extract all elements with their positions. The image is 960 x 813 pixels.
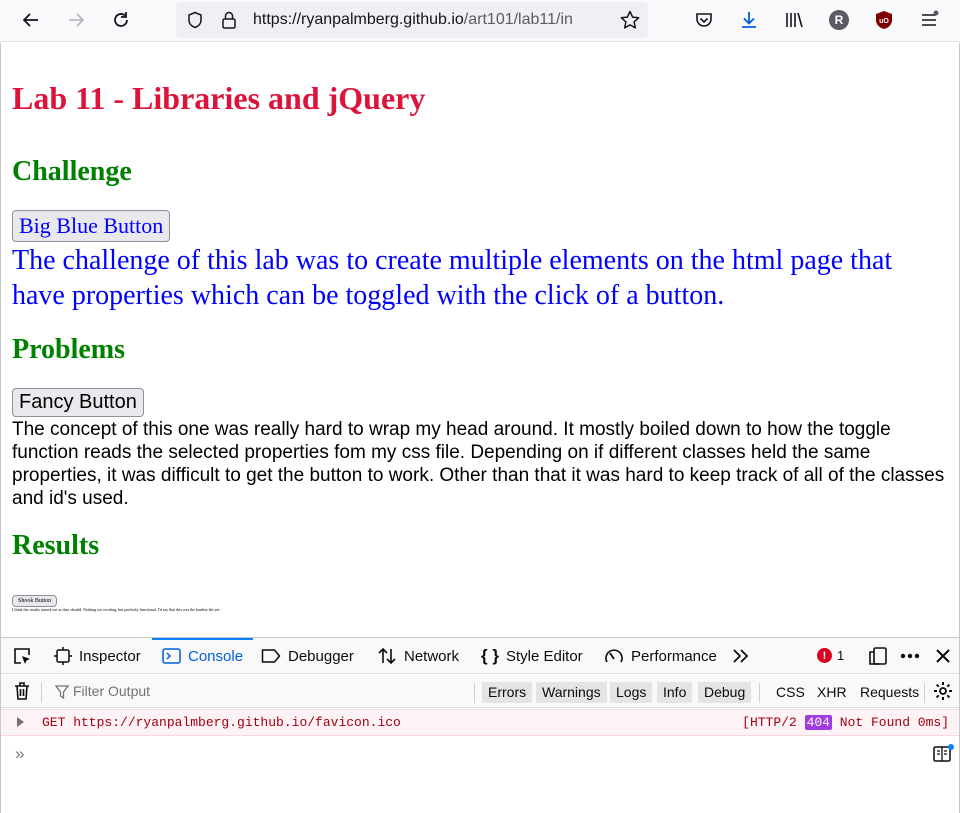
reload-button[interactable] — [105, 5, 137, 35]
library-button[interactable] — [778, 5, 810, 35]
tab-inspector[interactable]: Inspector — [54, 638, 141, 674]
status-prefix: [HTTP/2 — [742, 715, 797, 730]
editor-mode-icon[interactable] — [932, 743, 954, 765]
forward-button[interactable] — [60, 5, 92, 35]
library-icon — [786, 12, 803, 28]
profile-avatar[interactable]: R — [829, 10, 849, 30]
devtools-tab-bar: Inspector Console Debugger Network { } S… — [1, 638, 959, 674]
error-icon: ! — [817, 648, 832, 663]
filter-xhr-button[interactable]: XHR — [817, 682, 847, 703]
console-error-message[interactable]: GET https://ryanpalmberg.github.io/favic… — [1, 709, 959, 736]
filter-funnel-icon — [55, 685, 69, 699]
tab-debugger[interactable]: Debugger — [261, 638, 354, 674]
network-arrows-icon — [378, 647, 396, 665]
tab-debugger-label: Debugger — [288, 647, 354, 665]
close-icon[interactable] — [932, 645, 954, 667]
trash-icon[interactable] — [11, 680, 33, 702]
console-filter-bar: Filter Output Errors Warnings Logs Info … — [1, 675, 959, 708]
error-count-badge[interactable]: ! 1 — [817, 648, 844, 663]
app-menu-button[interactable] — [913, 5, 945, 35]
debugger-icon — [261, 649, 281, 663]
filter-warnings-button[interactable]: Warnings — [536, 682, 607, 703]
status-suffix: Not Found 0ms] — [839, 715, 949, 730]
console-message-text: GET https://ryanpalmberg.github.io/favic… — [42, 715, 401, 730]
console-settings-gear-icon[interactable] — [932, 680, 954, 702]
ublock-button[interactable]: uO — [868, 5, 900, 35]
problems-text: The concept of this one was really hard … — [12, 419, 945, 509]
performance-gauge-icon — [605, 649, 623, 663]
devtools-panel: Inspector Console Debugger Network { } S… — [0, 637, 960, 813]
filter-debug-button[interactable]: Debug — [698, 682, 752, 703]
reload-icon — [114, 12, 128, 27]
page-content: Lab 11 - Libraries and jQuery Challenge … — [0, 43, 960, 637]
tab-console[interactable]: Console — [151, 638, 254, 674]
curly-braces-icon: { } — [481, 646, 499, 665]
pocket-button[interactable] — [688, 5, 720, 35]
more-options-icon[interactable] — [899, 645, 921, 667]
more-tabs-chevron-icon[interactable] — [730, 645, 752, 667]
shield-icon[interactable] — [186, 11, 204, 29]
problems-heading: Problems — [12, 334, 126, 365]
forward-arrow-icon — [69, 13, 85, 27]
url-text[interactable]: https://ryanpalmberg.github.io/art101/la… — [253, 11, 615, 29]
url-host: https://ryanpalmberg.github.io — [253, 11, 464, 28]
browser-toolbar: https://ryanpalmberg.github.io/art101/la… — [0, 0, 960, 42]
challenge-heading: Challenge — [12, 156, 132, 187]
filter-info-button[interactable]: Info — [657, 682, 693, 703]
tab-performance-label: Performance — [631, 647, 717, 665]
filter-css-button[interactable]: CSS — [776, 682, 805, 703]
url-path: /art101/lab11/in — [463, 11, 573, 28]
pocket-icon — [696, 13, 712, 27]
dock-side-icon[interactable] — [867, 645, 889, 667]
page-title: Lab 11 - Libraries and jQuery — [12, 80, 426, 116]
big-blue-button[interactable]: Big Blue Button — [12, 210, 171, 242]
url-bar[interactable]: https://ryanpalmberg.github.io/art101/la… — [176, 2, 648, 38]
tab-network-label: Network — [404, 647, 460, 665]
back-button[interactable] — [15, 5, 47, 35]
hamburger-menu-icon — [922, 10, 939, 26]
results-text: I think the results turned out as they s… — [12, 607, 221, 612]
fancy-button[interactable]: Fancy Button — [12, 388, 144, 417]
tab-inspector-label: Inspector — [79, 647, 141, 665]
tab-console-label: Console — [188, 647, 244, 665]
challenge-text: The challenge of this lab was to create … — [12, 245, 893, 311]
filter-errors-button[interactable]: Errors — [482, 682, 533, 703]
console-icon — [162, 648, 181, 664]
status-code-badge: 404 — [804, 715, 832, 730]
bookmark-star-icon[interactable] — [619, 9, 641, 31]
filter-output-input[interactable]: Filter Output — [73, 683, 150, 699]
filter-logs-button[interactable]: Logs — [610, 682, 653, 703]
filter-requests-button[interactable]: Requests — [860, 682, 919, 703]
console-message-status: [HTTP/2 404 Not Found 0ms] — [742, 715, 949, 730]
tab-style-editor[interactable]: { } Style Editor — [481, 638, 583, 674]
svg-text:uO: uO — [879, 18, 889, 25]
tab-style-editor-label: Style Editor — [505, 647, 583, 665]
back-arrow-icon — [22, 13, 38, 27]
tab-network[interactable]: Network — [377, 638, 459, 674]
console-prompt-chevron-icon[interactable]: » — [15, 744, 24, 764]
expand-triangle-icon[interactable] — [17, 717, 24, 727]
downloads-button[interactable] — [733, 5, 765, 35]
results-heading: Results — [12, 530, 100, 561]
element-picker-icon[interactable] — [11, 645, 33, 667]
download-arrow-icon — [742, 12, 756, 28]
lock-icon[interactable] — [220, 10, 238, 30]
inspector-icon — [54, 647, 72, 665]
tab-performance[interactable]: Performance — [604, 638, 717, 674]
shook-button[interactable]: Shook Button — [12, 595, 58, 607]
error-count: 1 — [837, 648, 845, 663]
ublock-shield-icon: uO — [876, 11, 892, 29]
